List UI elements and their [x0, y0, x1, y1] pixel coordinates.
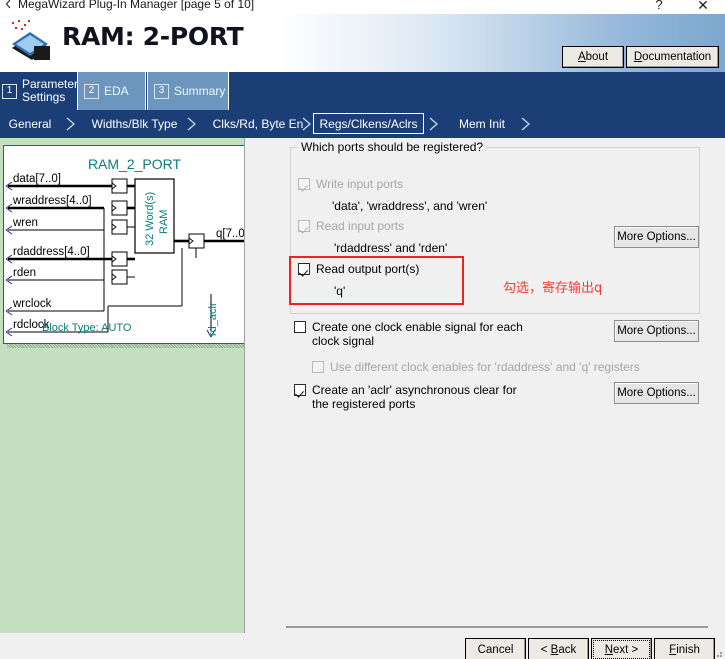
tab-label-line2: Settings	[22, 90, 66, 104]
checkbox-label-line2: the registered ports	[312, 397, 416, 411]
banner: RAM: 2-PORT About Documentation	[0, 14, 725, 72]
footer-divider	[286, 626, 708, 628]
tab-summary[interactable]: 3 Summary	[147, 72, 229, 110]
about-button[interactable]: About	[562, 46, 624, 68]
port-label-wren: wren	[13, 217, 38, 229]
chevron-right-icon	[300, 117, 314, 131]
port-label-wrclock: wrclock	[13, 298, 52, 310]
tab-label: Summary	[174, 83, 226, 98]
checkbox-label: Write input ports	[316, 177, 404, 191]
options-pane: Which ports should be registered? Write …	[250, 138, 725, 633]
breadcrumb-item-widths-blk-type[interactable]: Widths/Blk Type	[82, 113, 187, 134]
port-label-rdaddress: rdaddress[4..0]	[13, 246, 90, 258]
breadcrumb-item-mem-init[interactable]: Mem Init	[443, 113, 521, 134]
checkbox-create-aclr[interactable]: Create an 'aclr' asynchronous clear for …	[294, 383, 517, 411]
checkbox-write-input-ports[interactable]: Write input ports	[298, 177, 403, 191]
port-label-data: data[7..0]	[13, 173, 61, 185]
finish-button[interactable]: Finish	[654, 638, 715, 659]
documentation-button[interactable]: Documentation	[626, 46, 719, 68]
ram-type-label: RAM	[158, 209, 170, 234]
symbol-shadow	[7, 344, 268, 348]
megawizard-window: MegaWizard Plug-In Manager [page 5 of 10…	[0, 0, 725, 659]
resize-grip-icon[interactable]	[713, 648, 723, 658]
more-options-button-registered-ports[interactable]: More Options...	[614, 226, 699, 248]
checkbox-different-clock-enables[interactable]: Use different clock enables for 'rdaddre…	[312, 360, 640, 374]
tab-number: 2	[84, 83, 99, 99]
block-type-label: Block Type: AUTO	[42, 322, 132, 334]
port-label-rden: rden	[13, 267, 37, 279]
window-controls: ? ✕	[637, 0, 725, 14]
read-ports-detail: 'rdaddress' and 'rden'	[334, 241, 448, 255]
chevron-right-icon	[64, 117, 78, 131]
checkbox-label: Read input ports	[316, 219, 405, 233]
tab-label: EDA	[104, 83, 129, 98]
window-title: MegaWizard Plug-In Manager [page 5 of 10…	[18, 0, 255, 11]
checkbox-label: Create one clock enable signal for each …	[312, 320, 523, 348]
help-button[interactable]: ?	[637, 0, 681, 14]
tab-parameter-settings[interactable]: 1 Parameter Settings	[0, 72, 78, 110]
checkbox-read-input-ports[interactable]: Read input ports	[298, 219, 404, 233]
title-bar: MegaWizard Plug-In Manager [page 5 of 10…	[0, 0, 725, 14]
checkbox-box[interactable]	[312, 361, 324, 373]
wizard-step-tabs: 1 Parameter Settings 2 EDA 3 Summary	[0, 72, 725, 110]
checkbox-clock-enable[interactable]: Create one clock enable signal for each …	[294, 320, 523, 348]
checkbox-label-line1: Create an 'aclr' asynchronous clear for	[312, 383, 517, 397]
megafunction-logo-icon	[6, 18, 58, 66]
chevron-right-icon	[185, 117, 199, 131]
aclr-label: rd_aclr	[207, 302, 219, 336]
chevron-right-icon	[427, 117, 441, 131]
annotation-highlight-box	[289, 256, 464, 305]
tab-number: 1	[2, 83, 17, 99]
next-button[interactable]: Next >	[591, 638, 652, 659]
system-menu-icon[interactable]	[2, 0, 14, 10]
groupbox-title: Which ports should be registered?	[298, 140, 487, 154]
breadcrumb: General Widths/Blk Type Clks/Rd, Byte En…	[0, 110, 725, 138]
checkbox-box[interactable]	[298, 178, 310, 190]
checkbox-label-line1: Create one clock enable signal for each	[312, 320, 523, 334]
breadcrumb-item-clks-rd-byte-en[interactable]: Clks/Rd, Byte En	[203, 113, 313, 134]
write-ports-detail: 'data', 'wraddress', and 'wren'	[332, 199, 488, 213]
more-options-button-clock-enable[interactable]: More Options...	[614, 320, 699, 342]
footer: Cancel < Back Next > Finish	[250, 626, 725, 659]
port-label-wraddress: wraddress[4..0]	[13, 195, 92, 207]
ram-size-label: 32 Word(s)	[144, 191, 156, 246]
back-button[interactable]: < Back	[528, 638, 589, 659]
checkbox-box[interactable]	[294, 321, 306, 333]
more-options-button-aclr[interactable]: More Options...	[614, 382, 699, 404]
ram-symbol-diagram: RAM_2_PORT data[7..0] wraddress[4..0] wr…	[3, 145, 264, 344]
checkbox-label: Create an 'aclr' asynchronous clear for …	[312, 383, 517, 411]
checkbox-box[interactable]	[298, 220, 310, 232]
page-title: RAM: 2-PORT	[62, 22, 244, 51]
breadcrumb-item-regs-clkens-aclrs[interactable]: Regs/Clkens/Aclrs	[313, 113, 424, 134]
tab-eda[interactable]: 2 EDA	[77, 72, 146, 110]
symbol-preview-pane: RAM_2_PORT data[7..0] wraddress[4..0] wr…	[0, 138, 268, 633]
checkbox-label-line2: clock signal	[312, 334, 375, 348]
cancel-button[interactable]: Cancel	[465, 638, 526, 659]
annotation-text: 勾选，寄存输出q	[503, 281, 603, 296]
checkbox-box[interactable]	[294, 384, 306, 396]
chevron-right-icon	[519, 117, 533, 131]
tab-number: 3	[154, 83, 169, 99]
checkbox-label: Use different clock enables for 'rdaddre…	[330, 360, 640, 374]
breadcrumb-item-general[interactable]: General	[0, 113, 64, 134]
close-icon[interactable]: ✕	[681, 0, 725, 14]
